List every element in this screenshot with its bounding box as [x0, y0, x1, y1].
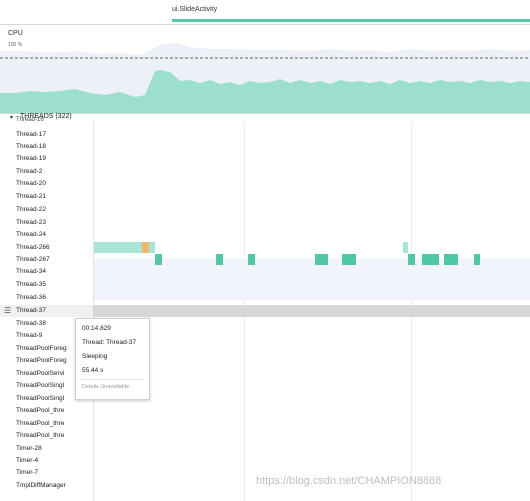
thread-label[interactable]: ThreadPoolSingl: [16, 382, 64, 389]
threads-header[interactable]: ▾ THREADS (322): [0, 113, 530, 122]
cpu-section[interactable]: CPU 100 % 50: [0, 25, 530, 113]
thread-state-segment[interactable]: [342, 254, 356, 265]
thread-label[interactable]: Thread-21: [16, 193, 46, 200]
thread-label[interactable]: Thread-16: [16, 117, 44, 123]
thread-label[interactable]: TmplDiffManager: [16, 482, 66, 489]
thread-label[interactable]: ThreadPoolForeg: [16, 345, 67, 352]
selected-row-gutter: [0, 305, 93, 317]
thread-label[interactable]: ThreadPool_thre: [16, 432, 64, 439]
activity-bar[interactable]: [172, 19, 530, 22]
thread-label[interactable]: Thread-20: [16, 180, 46, 187]
thread-label[interactable]: ThreadPoolForeg: [16, 357, 67, 364]
thread-label[interactable]: Thread-19: [16, 155, 46, 162]
thread-label[interactable]: Thread-266: [16, 244, 50, 251]
thread-label[interactable]: Thread-34: [16, 268, 46, 275]
thread-label[interactable]: Timer-7: [16, 469, 38, 476]
collapse-caret-icon[interactable]: ▾: [10, 114, 13, 121]
tooltip-state: Sleeping: [82, 353, 108, 360]
thread-state-segment[interactable]: [94, 242, 142, 253]
thread-label-selected[interactable]: Thread-37: [16, 307, 46, 314]
watermark: https://blog.csdn.net/CHAMPION8888: [256, 475, 442, 487]
thread-label[interactable]: Thread-23: [16, 219, 46, 226]
thread-state-tooltip: 00:14.829 Thread: Thread-37 Sleeping 55.…: [75, 318, 150, 400]
thread-label[interactable]: ThreadPool_thre: [16, 407, 64, 414]
thread-state-segment[interactable]: [474, 254, 480, 265]
thread-label[interactable]: Thread-18: [16, 143, 46, 150]
thread-state-segment[interactable]: [403, 242, 408, 253]
activity-label: ui.SlideActivity: [172, 6, 218, 13]
tooltip-time: 00:14.829: [82, 325, 111, 332]
thread-label[interactable]: Thread-2: [16, 168, 42, 175]
thread-label[interactable]: Thread-36: [16, 294, 46, 301]
thread-state-segment[interactable]: [315, 254, 328, 265]
activity-strip[interactable]: ui.SlideActivity: [0, 0, 530, 24]
thread-label[interactable]: Thread-24: [16, 231, 46, 238]
thread-state-segment[interactable]: [408, 254, 415, 265]
thread-label[interactable]: Thread-267: [16, 256, 50, 263]
tooltip-details: Details Unavailable: [82, 384, 130, 390]
thread-label[interactable]: Thread-35: [16, 281, 46, 288]
thread-label[interactable]: ThreadPool_thre: [16, 420, 64, 427]
thread-label[interactable]: Thread-17: [16, 131, 46, 138]
thread-label[interactable]: ThreadPoolServi: [16, 370, 64, 377]
thread-label[interactable]: Thread-38: [16, 320, 46, 327]
thread-state-segment[interactable]: [216, 254, 223, 265]
thread-state-segment[interactable]: [422, 254, 439, 265]
thread-label[interactable]: Thread-9: [16, 332, 42, 339]
thread-label[interactable]: Timer-4: [16, 457, 38, 464]
thread-state-segment[interactable]: [444, 254, 458, 265]
tooltip-duration: 55.44 s: [82, 367, 104, 374]
thread-state-segment[interactable]: [149, 242, 155, 253]
thread-state-segment[interactable]: [155, 254, 162, 265]
thread-label[interactable]: ThreadPoolSingl: [16, 395, 64, 402]
thread-label[interactable]: Thread-22: [16, 206, 46, 213]
tooltip-divider: [81, 379, 144, 380]
thread-state-segment-selected[interactable]: [142, 242, 149, 253]
tooltip-thread: Thread: Thread-37: [82, 339, 137, 346]
thread-state-segment[interactable]: [248, 254, 255, 265]
thread-label[interactable]: Timer-28: [16, 445, 42, 452]
drag-handle-icon[interactable]: ☰: [4, 306, 11, 315]
cpu-usage-graph: [0, 43, 530, 113]
